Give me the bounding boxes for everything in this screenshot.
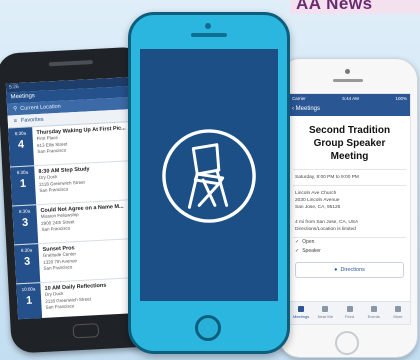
tab-events[interactable]: Events	[362, 302, 386, 324]
meeting-city: San Francisco	[39, 186, 69, 194]
folding-chair-icon	[162, 129, 256, 223]
meeting-city: San Francisco	[43, 264, 73, 271]
tab-bar: Meetings Near Me Feed Events More	[289, 301, 410, 324]
meeting-time: 6:30a	[18, 208, 31, 215]
filter-label: Favorites	[20, 116, 44, 124]
aa-news-banner: AA News	[290, 0, 420, 14]
meeting-time: 6:30a	[20, 247, 33, 254]
meeting-day: 1	[25, 294, 33, 307]
meetings-icon	[298, 306, 305, 312]
group-note: 4 mi from San Jose, CA, USA Directions/L…	[289, 215, 410, 237]
battery-label: 100%	[395, 96, 407, 101]
tab-more[interactable]: More	[386, 302, 410, 324]
meeting-time: 6:30a	[14, 130, 27, 137]
meeting-time: 10:00a	[21, 286, 36, 293]
tab-label: Events	[367, 314, 380, 319]
note-line: 4 mi from San Jose, CA, USA	[295, 220, 359, 225]
check-icon: ✓	[295, 248, 300, 254]
meeting-detail-screen: Carrier 5:44 AM 100% ‹ Meetings Second T…	[288, 93, 411, 325]
directions-button[interactable]: ● Directions	[295, 262, 404, 278]
location-icon	[322, 306, 329, 312]
meeting-day: 3	[23, 255, 31, 268]
meeting-day: 3	[21, 216, 29, 229]
tab-near-me[interactable]: Near Me	[313, 302, 337, 324]
android-home-button[interactable]	[72, 323, 100, 339]
type-label: Open	[302, 239, 315, 245]
clock-label: 5:44 AM	[342, 96, 359, 101]
back-label: Meetings	[295, 106, 321, 112]
calendar-icon	[370, 306, 377, 312]
white-iphone: Carrier 5:44 AM 100% ‹ Meetings Second T…	[278, 58, 418, 358]
tab-label: Near Me	[317, 314, 333, 319]
blue-iphone	[128, 12, 290, 354]
phone-speaker	[48, 60, 93, 67]
pin-icon: ●	[334, 267, 338, 273]
tab-meetings[interactable]: Meetings	[289, 302, 313, 324]
meeting-time: 6:30a	[16, 169, 29, 176]
tab-label: Feed	[344, 314, 355, 319]
chevron-left-icon: ‹	[292, 106, 294, 112]
meeting-row[interactable]: 6:30a 4 Thursday Waking Up At First Pic..…	[8, 121, 143, 168]
check-icon: ✓	[295, 239, 300, 245]
back-button[interactable]: ‹ Meetings	[289, 103, 410, 116]
meeting-title: Second Tradition Group Speaker Meeting	[308, 125, 391, 162]
location-line: San Jose, CA, 95125	[295, 205, 341, 210]
meeting-location: Lincoln Ave Church 2030 Lincoln Avenue S…	[289, 186, 410, 215]
phone-speaker	[191, 33, 227, 37]
tab-label: More	[393, 314, 403, 319]
status-bar: Carrier 5:44 AM 100%	[289, 94, 410, 103]
iphone-home-button[interactable]	[335, 331, 359, 355]
meeting-day: 4	[17, 138, 25, 152]
feed-icon	[346, 306, 353, 312]
more-icon	[394, 306, 401, 312]
location-line: Lincoln Ave Church	[295, 191, 337, 196]
note-line: Directions/Location is limited	[295, 227, 356, 232]
type-label: Speaker	[302, 248, 321, 254]
carrier-label: Carrier	[292, 96, 306, 101]
location-line: 2030 Lincoln Avenue	[295, 198, 340, 203]
splash-screen	[140, 49, 278, 301]
meeting-type: ✓ Open	[289, 238, 410, 247]
list-icon: ≡	[13, 118, 18, 125]
camera-icon	[345, 69, 350, 74]
meeting-day: 1	[19, 177, 27, 191]
phone-speaker	[333, 79, 363, 82]
camera-icon	[205, 23, 211, 29]
meeting-when: Saturday, 8:00 PM to 9:00 PM	[295, 175, 359, 180]
search-icon: ⚲	[13, 106, 18, 113]
search-label: Current Location	[20, 103, 61, 112]
tab-feed[interactable]: Feed	[337, 302, 361, 324]
meeting-type: ✓ Speaker	[289, 247, 410, 256]
directions-label: Directions	[340, 267, 365, 273]
tab-label: Meetings	[292, 314, 310, 319]
banner-text: AA News	[296, 0, 373, 13]
iphone-home-button[interactable]	[195, 315, 221, 341]
